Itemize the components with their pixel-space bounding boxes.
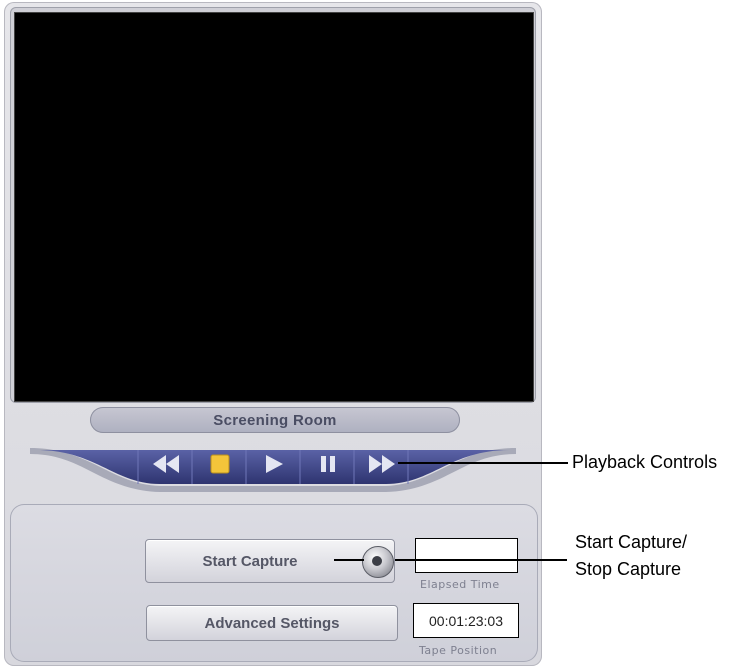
elapsed-time-caption: Elapsed Time — [420, 578, 500, 591]
capture-callout-line-left — [334, 559, 364, 561]
fast-forward-icon — [369, 455, 395, 473]
pause-icon — [321, 456, 335, 472]
capture-callout-label-1: Start Capture/ — [575, 532, 688, 552]
tape-position-caption: Tape Position — [419, 644, 498, 657]
capture-record-knob-icon[interactable] — [362, 546, 394, 578]
pause-button[interactable] — [308, 446, 348, 482]
fast-forward-button[interactable] — [362, 446, 402, 482]
elapsed-time-display — [415, 538, 518, 573]
capture-callout-label-2: Stop Capture — [575, 559, 682, 579]
start-capture-label: Start Capture — [202, 552, 298, 570]
playback-controls — [10, 440, 536, 494]
start-capture-button[interactable]: Start Capture — [145, 539, 395, 583]
rewind-icon — [153, 455, 179, 473]
play-icon — [266, 455, 283, 473]
stop-button[interactable] — [200, 446, 240, 482]
playback-callout-line — [398, 462, 568, 464]
advanced-settings-label: Advanced Settings — [204, 614, 340, 632]
tape-position-value: 00:01:23:03 — [429, 612, 503, 629]
tape-position-display: 00:01:23:03 — [413, 603, 519, 638]
play-button[interactable] — [254, 446, 294, 482]
video-preview — [14, 12, 534, 402]
playback-callout-label: Playback Controls — [572, 452, 718, 472]
capture-callout-line-right — [395, 559, 567, 561]
advanced-settings-button[interactable]: Advanced Settings — [146, 605, 398, 641]
screening-room-text: Screening Room — [213, 411, 337, 429]
screening-room-label: Screening Room — [90, 407, 460, 433]
stop-icon — [210, 454, 230, 474]
rewind-button[interactable] — [146, 446, 186, 482]
